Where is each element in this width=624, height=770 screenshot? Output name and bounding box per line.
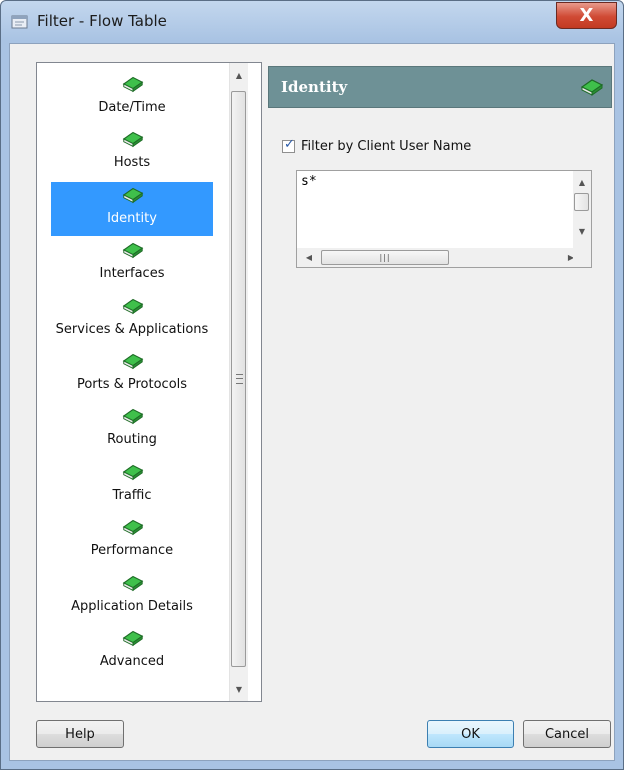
close-icon: X xyxy=(579,4,594,26)
nav-item-advanced[interactable]: Advanced xyxy=(51,625,213,679)
green-book-icon xyxy=(122,187,144,204)
scroll-up-arrow-icon[interactable]: ▲ xyxy=(230,66,248,84)
panel-header: Identity xyxy=(268,66,612,108)
textarea-value: s* xyxy=(301,174,317,189)
green-book-icon xyxy=(122,353,144,370)
green-book-icon xyxy=(580,79,604,96)
scroll-down-arrow-icon[interactable]: ▼ xyxy=(573,223,591,239)
nav-item-interfaces[interactable]: Interfaces xyxy=(51,237,213,291)
scroll-up-arrow-icon[interactable]: ▲ xyxy=(573,174,591,190)
filter-client-user-name-label: Filter by Client User Name xyxy=(301,138,472,154)
scroll-left-arrow-icon[interactable]: ◀ xyxy=(301,248,317,267)
scroll-down-arrow-icon[interactable]: ▼ xyxy=(230,680,248,698)
nav-item-label: Interfaces xyxy=(99,266,165,282)
green-book-icon xyxy=(122,132,144,148)
nav-item-identity[interactable]: Identity xyxy=(51,181,213,236)
filter-client-user-name-row[interactable]: ✓ Filter by Client User Name xyxy=(282,137,471,155)
category-list-scrollbar[interactable]: ▲ ▼ xyxy=(229,63,248,701)
panel-title: Identity xyxy=(281,78,348,96)
textarea-horizontal-scrollbar[interactable]: ◀ ||| ▶ xyxy=(297,248,575,267)
window-icon xyxy=(11,15,28,29)
nav-item-label: Identity xyxy=(107,210,157,226)
green-book-icon xyxy=(122,464,144,481)
nav-item-application-details[interactable]: Application Details xyxy=(51,570,213,624)
nav-item-ports-protocols[interactable]: Ports & Protocols xyxy=(51,348,213,402)
nav-item-label: Performance xyxy=(90,543,174,559)
grip-icon xyxy=(236,374,243,384)
nav-item-label: Hosts xyxy=(113,155,151,171)
green-book-icon xyxy=(122,298,144,314)
nav-item-label: Advanced xyxy=(99,654,165,669)
dialog-client-area: Date/Time Hosts Identity Interfaces Services… xyxy=(9,43,615,761)
green-book-icon xyxy=(122,409,144,425)
help-button[interactable]: Help xyxy=(36,720,124,748)
filter-client-user-name-checkbox[interactable]: ✓ xyxy=(282,136,295,153)
nav-item-performance[interactable]: Performance xyxy=(51,514,213,568)
green-book-icon xyxy=(122,630,144,647)
nav-item-hosts[interactable]: Hosts xyxy=(51,126,213,180)
close-button[interactable]: X xyxy=(556,2,617,29)
nav-item-services-applications[interactable]: Services & Applications xyxy=(51,293,213,347)
nav-item-label: Services & Applications xyxy=(55,321,209,337)
scrollbar-corner xyxy=(573,248,591,267)
nav-item-traffic[interactable]: Traffic xyxy=(51,459,213,513)
nav-item-routing[interactable]: Routing xyxy=(51,403,213,457)
scrollbar-thumb[interactable]: ||| xyxy=(321,250,449,265)
green-book-icon xyxy=(122,520,144,536)
checkmark-icon: ✓ xyxy=(284,136,295,152)
ok-button[interactable]: OK xyxy=(427,720,514,748)
title-bar[interactable]: Filter - Flow Table X xyxy=(1,1,623,43)
scrollbar-thumb[interactable] xyxy=(574,193,589,211)
nav-item-date-time[interactable]: Date/Time xyxy=(51,71,213,125)
nav-item-label: Ports & Protocols xyxy=(76,377,188,392)
cancel-button[interactable]: Cancel xyxy=(523,720,611,748)
nav-item-label: Application Details xyxy=(71,598,193,614)
dialog-window: Filter - Flow Table X Date/Time Hosts Iden… xyxy=(0,0,624,770)
client-user-name-textarea[interactable]: s* ▲ ▼ ◀ ||| ▶ xyxy=(296,170,592,268)
green-book-icon xyxy=(122,243,144,259)
green-book-icon xyxy=(122,575,144,591)
nav-item-label: Routing xyxy=(107,432,157,448)
textarea-vertical-scrollbar[interactable]: ▲ ▼ xyxy=(573,171,591,248)
window-title: Filter - Flow Table xyxy=(37,12,167,30)
green-book-icon xyxy=(122,76,144,93)
scrollbar-thumb[interactable] xyxy=(231,91,246,667)
nav-item-label: Traffic xyxy=(112,487,152,503)
nav-item-label: Date/Time xyxy=(98,100,166,115)
category-list[interactable]: Date/Time Hosts Identity Interfaces Services… xyxy=(36,62,262,702)
